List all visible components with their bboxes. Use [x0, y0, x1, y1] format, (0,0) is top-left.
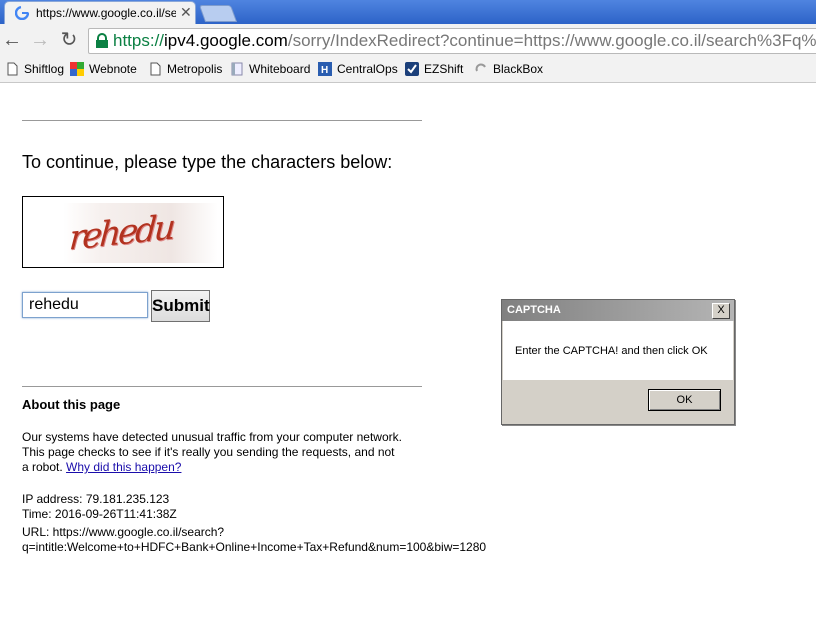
- ezshift-icon: [405, 62, 419, 76]
- svg-text:H: H: [321, 65, 328, 76]
- about-text: Our systems have detected unusual traffi…: [22, 430, 402, 474]
- bookmark-metropolis[interactable]: Metropolis: [148, 60, 222, 78]
- top-divider: [22, 120, 422, 121]
- request-url: URL: https://www.google.co.il/search? q=…: [22, 525, 487, 554]
- about-title: About this page: [22, 397, 121, 412]
- browser-tab[interactable]: https://www.google.co.il/sear ✕: [4, 1, 196, 25]
- tab-title: https://www.google.co.il/sear: [36, 6, 176, 20]
- bookmark-whiteboard[interactable]: Whiteboard: [230, 60, 310, 78]
- why-did-this-happen-link[interactable]: Why did this happen?: [66, 460, 181, 474]
- timestamp: Time: 2016-09-26T11:41:38Z: [22, 507, 177, 521]
- dialog-titlebar[interactable]: CAPTCHA X: [502, 300, 734, 321]
- new-tab-button[interactable]: [198, 5, 238, 22]
- dialog-title: CAPTCHA: [507, 304, 561, 316]
- blackbox-icon: [475, 63, 486, 72]
- ip-address: IP address: 79.181.235.123: [22, 492, 170, 506]
- tab-strip: https://www.google.co.il/sear ✕: [0, 0, 816, 25]
- dialog-message: Enter the CAPTCHA! and then click OK: [515, 345, 708, 357]
- ok-button[interactable]: OK: [648, 389, 721, 411]
- browser-toolbar: ← → ↻ https://ipv4.google.com/sorry/Inde…: [0, 24, 816, 57]
- request-info: IP address: 79.181.235.123 Time: 2016-09…: [22, 492, 177, 522]
- google-favicon-icon: [15, 6, 29, 20]
- whiteboard-icon: [231, 62, 243, 76]
- captcha-input[interactable]: [22, 292, 148, 318]
- reload-icon[interactable]: ↻: [57, 28, 81, 52]
- bottom-divider: [22, 386, 422, 387]
- close-icon[interactable]: X: [712, 303, 730, 319]
- submit-button[interactable]: Submit: [151, 290, 210, 322]
- lock-icon: [96, 33, 108, 48]
- bookmark-ezshift[interactable]: EZShift: [405, 60, 463, 78]
- back-arrow-icon[interactable]: ←: [0, 28, 24, 52]
- address-bar[interactable]: https://ipv4.google.com/sorry/IndexRedir…: [88, 28, 816, 54]
- dialog-body: Enter the CAPTCHA! and then click OK: [503, 321, 733, 380]
- bookmark-centralops[interactable]: H CentralOps: [318, 60, 398, 78]
- forward-arrow-icon[interactable]: →: [28, 28, 52, 52]
- centralops-icon: H: [318, 62, 332, 76]
- page-icon: [7, 62, 18, 76]
- url-text: https://ipv4.google.com/sorry/IndexRedir…: [113, 31, 816, 50]
- close-tab-icon[interactable]: ✕: [180, 4, 192, 21]
- captcha-dialog: CAPTCHA X Enter the CAPTCHA! and then cl…: [501, 299, 735, 425]
- captcha-image: rehedu: [22, 196, 224, 268]
- grid-icon: [70, 62, 84, 76]
- bookmark-shiftlog[interactable]: Shiftlog: [5, 60, 64, 78]
- bookmark-webnote[interactable]: Webnote: [70, 60, 137, 78]
- bookmarks-bar: Shiftlog Webnote Metropolis Whiteboard H…: [0, 57, 816, 83]
- page-icon: [150, 62, 161, 76]
- bookmark-blackbox[interactable]: BlackBox: [474, 60, 543, 78]
- page-heading: To continue, please type the characters …: [22, 152, 393, 172]
